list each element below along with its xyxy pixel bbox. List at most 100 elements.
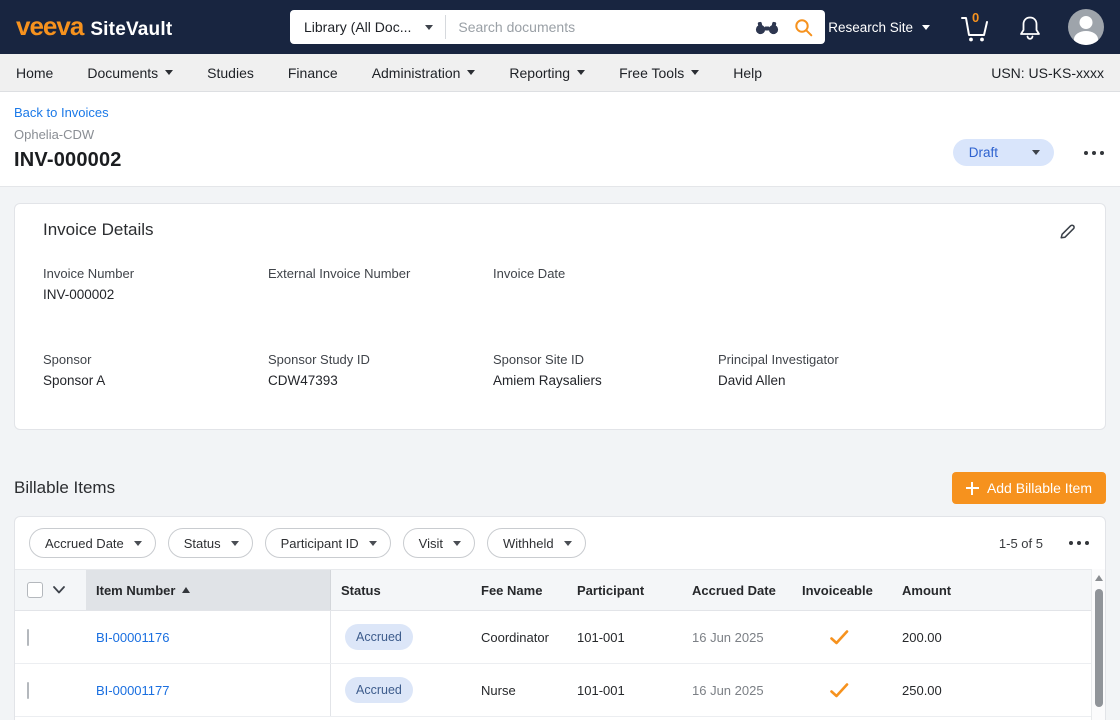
chevron-down-icon (165, 70, 173, 75)
chevron-down-icon (453, 541, 461, 546)
pencil-icon (1058, 222, 1077, 241)
sitevault-wordmark: SiteVault (90, 19, 172, 41)
column-header-fee-name[interactable]: Fee Name (471, 570, 567, 610)
binoculars-icon (754, 19, 780, 35)
nav-item-administration[interactable]: Administration (372, 65, 476, 81)
nav-item-help[interactable]: Help (733, 65, 762, 81)
chevron-down-icon (577, 70, 585, 75)
filter-accrued-date[interactable]: Accrued Date (29, 528, 156, 558)
status-badge: Accrued (345, 624, 413, 650)
user-avatar[interactable] (1068, 9, 1104, 45)
billable-items-table-card: Accrued Date Status Participant ID Visit… (14, 516, 1106, 720)
column-header-amount[interactable]: Amount (892, 570, 992, 610)
global-search-bar: Library (All Doc... (290, 10, 825, 44)
column-header-participant[interactable]: Participant (567, 570, 682, 610)
chevron-down-icon (134, 541, 142, 546)
scrollbar-thumb[interactable] (1095, 589, 1103, 707)
chevron-down-icon (231, 541, 239, 546)
record-header: Back to Invoices Ophelia-CDW INV-000002 … (0, 92, 1120, 187)
advanced-search-button[interactable] (747, 10, 787, 44)
table-row[interactable]: BI-00001176 Accrued Coordinator 101-001 … (15, 611, 1105, 664)
nav-item-reporting[interactable]: Reporting (509, 65, 585, 81)
brand-logo: veeva SiteVault (16, 13, 276, 41)
fee-name-cell: Nurse (471, 683, 567, 698)
table-scrollbar[interactable] (1091, 569, 1105, 720)
chevron-down-icon (564, 541, 572, 546)
chevron-down-icon[interactable] (53, 586, 65, 594)
pagination-label: 1-5 of 5 (999, 536, 1043, 551)
chevron-down-icon (425, 25, 433, 30)
field-principal-investigator: Principal Investigator David Allen (718, 352, 943, 389)
participant-cell: 101-001 (567, 683, 682, 698)
column-header-invoiceable[interactable]: Invoiceable (792, 570, 892, 610)
field-invoice-number: Invoice Number INV-000002 (43, 266, 268, 303)
search-input[interactable] (446, 19, 747, 35)
status-label: Draft (969, 145, 998, 160)
accrued-date-cell: 16 Jun 2025 (682, 683, 792, 698)
cart-count-badge: 0 (972, 10, 979, 25)
bell-icon (1018, 14, 1042, 41)
field-external-invoice-number: External Invoice Number (268, 266, 493, 303)
scrollbar-up-arrow[interactable] (1095, 575, 1103, 581)
select-all-checkbox[interactable] (27, 582, 43, 598)
row-checkbox[interactable] (27, 629, 29, 646)
column-header-status[interactable]: Status (331, 570, 471, 610)
ellipsis-icon (1084, 151, 1088, 155)
nav-item-studies[interactable]: Studies (207, 65, 254, 81)
page-title: INV-000002 (14, 149, 1106, 172)
column-header-item-number[interactable]: Item Number (86, 570, 331, 610)
nav-item-home[interactable]: Home (16, 65, 53, 81)
notifications-button[interactable] (1018, 14, 1042, 41)
nav-item-finance[interactable]: Finance (288, 65, 338, 81)
invoice-fields-row-1: Invoice Number INV-000002 External Invoi… (43, 266, 1077, 303)
accrued-date-cell: 16 Jun 2025 (682, 630, 792, 645)
site-selector-label: Research Site (828, 20, 913, 35)
chevron-down-icon (922, 25, 930, 30)
field-sponsor: Sponsor Sponsor A (43, 352, 268, 389)
filter-withheld[interactable]: Withheld (487, 528, 586, 558)
billable-items-title: Billable Items (14, 478, 115, 498)
nav-item-documents[interactable]: Documents (87, 65, 173, 81)
table-row[interactable]: BI-00001177 Accrued Nurse 101-001 16 Jun… (15, 664, 1105, 717)
field-invoice-date: Invoice Date (493, 266, 718, 303)
record-actions-menu[interactable] (1082, 147, 1106, 159)
page-content: Invoice Details Invoice Number INV-00000… (0, 187, 1120, 720)
fee-name-cell: Coordinator (471, 630, 567, 645)
study-name: Ophelia-CDW (14, 127, 1106, 142)
filter-participant-id[interactable]: Participant ID (265, 528, 391, 558)
column-header-accrued-date[interactable]: Accrued Date (682, 570, 792, 610)
usn-label: USN: US-KS-xxxx (991, 65, 1104, 81)
search-scope-dropdown[interactable]: Library (All Doc... (290, 10, 445, 44)
add-billable-item-button[interactable]: Add Billable Item (952, 472, 1106, 504)
site-selector[interactable]: Research Site (828, 20, 930, 35)
main-nav: Home Documents Studies Finance Administr… (0, 54, 1120, 92)
chevron-down-icon (369, 541, 377, 546)
field-sponsor-site-id: Sponsor Site ID Amiem Raysaliers (493, 352, 718, 389)
sort-ascending-icon (182, 587, 190, 593)
item-number-link[interactable]: BI-00001176 (96, 630, 170, 645)
table-header-row: Item Number Status Fee Name Participant … (15, 569, 1105, 611)
nav-item-free-tools[interactable]: Free Tools (619, 65, 699, 81)
participant-cell: 101-001 (567, 630, 682, 645)
search-scope-label: Library (All Doc... (304, 19, 411, 35)
veeva-logo: veeva (16, 13, 83, 39)
filter-status[interactable]: Status (168, 528, 253, 558)
invoiceable-check-icon (830, 683, 849, 698)
invoice-details-card: Invoice Details Invoice Number INV-00000… (14, 203, 1106, 430)
back-to-invoices-link[interactable]: Back to Invoices (14, 105, 109, 120)
cart-button[interactable]: 0 (956, 10, 992, 44)
search-submit-button[interactable] (787, 10, 825, 44)
status-dropdown[interactable]: Draft (953, 139, 1054, 166)
top-header: veeva SiteVault Library (All Doc... (0, 0, 1120, 54)
table-actions-menu[interactable] (1067, 537, 1091, 549)
edit-invoice-button[interactable] (1058, 222, 1077, 241)
row-checkbox[interactable] (27, 682, 29, 699)
amount-cell: 200.00 (892, 630, 992, 645)
item-number-link[interactable]: BI-00001177 (96, 683, 170, 698)
chevron-down-icon (1032, 150, 1040, 155)
amount-cell: 250.00 (892, 683, 992, 698)
avatar-person-icon (1080, 16, 1093, 29)
invoice-fields-row-2: Sponsor Sponsor A Sponsor Study ID CDW47… (43, 352, 1077, 389)
filter-visit[interactable]: Visit (403, 528, 475, 558)
chevron-down-icon (467, 70, 475, 75)
